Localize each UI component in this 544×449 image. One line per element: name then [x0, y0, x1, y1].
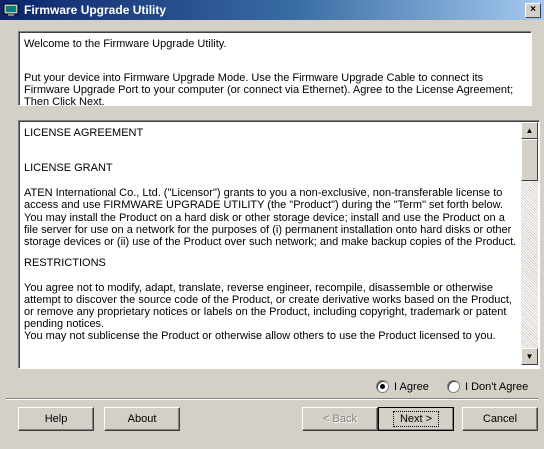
disagree-radio-option[interactable]: I Don't Agree — [447, 380, 528, 393]
cancel-button[interactable]: Cancel — [462, 407, 538, 431]
license-heading: LICENSE AGREEMENT — [24, 127, 144, 139]
welcome-text: Welcome to the Firmware Upgrade Utility. — [24, 38, 227, 50]
agree-label[interactable]: I Agree — [394, 381, 429, 393]
license-scrollbar[interactable]: ▲ ▼ — [521, 122, 538, 365]
window-title: Firmware Upgrade Utility — [24, 3, 167, 17]
back-button[interactable]: < Back — [302, 407, 378, 431]
restrictions-text-1: You agree not to modify, adapt, translat… — [24, 282, 512, 330]
agree-radio-icon[interactable] — [376, 380, 389, 393]
next-button-label: Next > — [392, 411, 440, 427]
scroll-down-icon[interactable]: ▼ — [521, 348, 538, 365]
about-button[interactable]: About — [104, 407, 180, 431]
license-content: LICENSE AGREEMENT LICENSE GRANT ATEN Int… — [22, 124, 518, 364]
welcome-panel: Welcome to the Firmware Upgrade Utility.… — [18, 31, 532, 108]
restrictions-text-2: You may not sublicense the Product or ot… — [24, 330, 496, 342]
license-grant-heading: LICENSE GRANT — [24, 162, 113, 174]
title-bar[interactable]: Firmware Upgrade Utility × — [0, 0, 544, 20]
close-icon[interactable]: × — [525, 3, 541, 18]
help-button[interactable]: Help — [18, 407, 94, 431]
disagree-label[interactable]: I Don't Agree — [465, 381, 528, 393]
disagree-radio-icon[interactable] — [447, 380, 460, 393]
agree-radio-option[interactable]: I Agree — [376, 380, 429, 393]
firmware-upgrade-window: Firmware Upgrade Utility × Welcome to th… — [0, 0, 544, 449]
app-icon — [3, 3, 19, 16]
restrictions-heading: RESTRICTIONS — [24, 257, 106, 269]
button-divider — [6, 398, 538, 400]
next-button[interactable]: Next > — [378, 407, 454, 431]
license-grant-text-2: You may install the Product on a hard di… — [24, 212, 517, 248]
instructions-text: Put your device into Firmware Upgrade Mo… — [24, 72, 514, 108]
scroll-thumb[interactable] — [521, 139, 538, 181]
license-textbox[interactable]: LICENSE AGREEMENT LICENSE GRANT ATEN Int… — [18, 120, 540, 369]
license-grant-text-1: ATEN International Co., Ltd. ("Licensor"… — [24, 187, 504, 211]
scroll-up-icon[interactable]: ▲ — [521, 122, 538, 139]
